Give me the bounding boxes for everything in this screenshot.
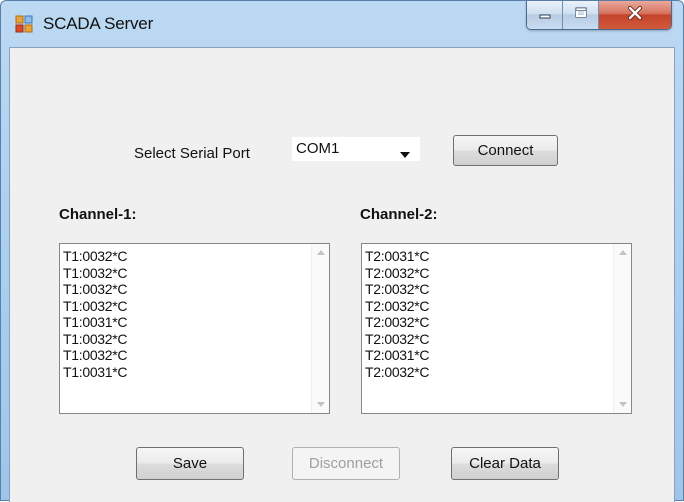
list-item[interactable]: T2:0031*C <box>365 347 430 364</box>
channel-1-label: Channel-1: <box>59 206 137 223</box>
title-bar[interactable]: SCADA Server <box>1 1 683 47</box>
list-item[interactable]: T2:0032*C <box>365 314 430 331</box>
channel-2-scrollbar[interactable] <box>613 244 631 413</box>
channel-1-scrollbar[interactable] <box>311 244 329 413</box>
connect-button[interactable]: Connect <box>453 135 558 166</box>
list-item[interactable]: T1:0032*C <box>63 265 128 282</box>
serial-port-value: COM1 <box>296 140 340 157</box>
list-item[interactable]: T1:0032*C <box>63 331 128 348</box>
list-item[interactable]: T2:0031*C <box>365 248 430 265</box>
app-window-icon <box>15 15 33 33</box>
list-item[interactable]: T2:0032*C <box>365 298 430 315</box>
serial-port-select[interactable]: COM1 <box>291 136 421 162</box>
scroll-down-icon[interactable] <box>312 396 329 413</box>
disconnect-button-label: Disconnect <box>308 455 384 472</box>
minimize-button[interactable] <box>527 1 563 29</box>
channel-2-list[interactable]: T2:0031*C T2:0032*C T2:0032*C T2:0032*C … <box>361 243 632 414</box>
maximize-icon <box>574 6 588 25</box>
channel-1-list[interactable]: T1:0032*C T1:0032*C T1:0032*C T1:0032*C … <box>59 243 330 414</box>
list-item[interactable]: T2:0032*C <box>365 281 430 298</box>
app-window: SCADA Server Select Serial Port COM1 Con… <box>0 0 684 502</box>
minimize-icon <box>538 6 552 25</box>
client-area: Select Serial Port COM1 Connect Channel-… <box>9 47 675 502</box>
scroll-up-icon[interactable] <box>312 244 329 261</box>
save-button[interactable]: Save <box>136 447 244 480</box>
window-title: SCADA Server <box>43 14 154 33</box>
connect-button-label: Connect <box>477 142 534 159</box>
list-item[interactable]: T1:0032*C <box>63 298 128 315</box>
disconnect-button: Disconnect <box>292 447 400 480</box>
list-item[interactable]: T1:0032*C <box>63 281 128 298</box>
scroll-up-icon[interactable] <box>614 244 631 261</box>
clear-data-button[interactable]: Clear Data <box>451 447 559 480</box>
serial-port-label: Select Serial Port <box>134 145 250 162</box>
close-icon <box>627 5 643 26</box>
channel-1-items: T1:0032*C T1:0032*C T1:0032*C T1:0032*C … <box>63 248 128 381</box>
window-controls <box>526 1 672 30</box>
channel-2-label: Channel-2: <box>360 206 438 223</box>
save-button-label: Save <box>172 455 208 472</box>
list-item[interactable]: T2:0032*C <box>365 265 430 282</box>
scroll-down-icon[interactable] <box>614 396 631 413</box>
list-item[interactable]: T2:0032*C <box>365 331 430 348</box>
list-item[interactable]: T1:0032*C <box>63 248 128 265</box>
list-item[interactable]: T2:0032*C <box>365 364 430 381</box>
list-item[interactable]: T1:0031*C <box>63 314 128 331</box>
close-button[interactable] <box>599 1 671 29</box>
maximize-button[interactable] <box>563 1 599 29</box>
clear-data-button-label: Clear Data <box>469 455 541 472</box>
channel-2-items: T2:0031*C T2:0032*C T2:0032*C T2:0032*C … <box>365 248 430 381</box>
chevron-down-icon <box>400 145 410 163</box>
list-item[interactable]: T1:0032*C <box>63 347 128 364</box>
list-item[interactable]: T1:0031*C <box>63 364 128 381</box>
